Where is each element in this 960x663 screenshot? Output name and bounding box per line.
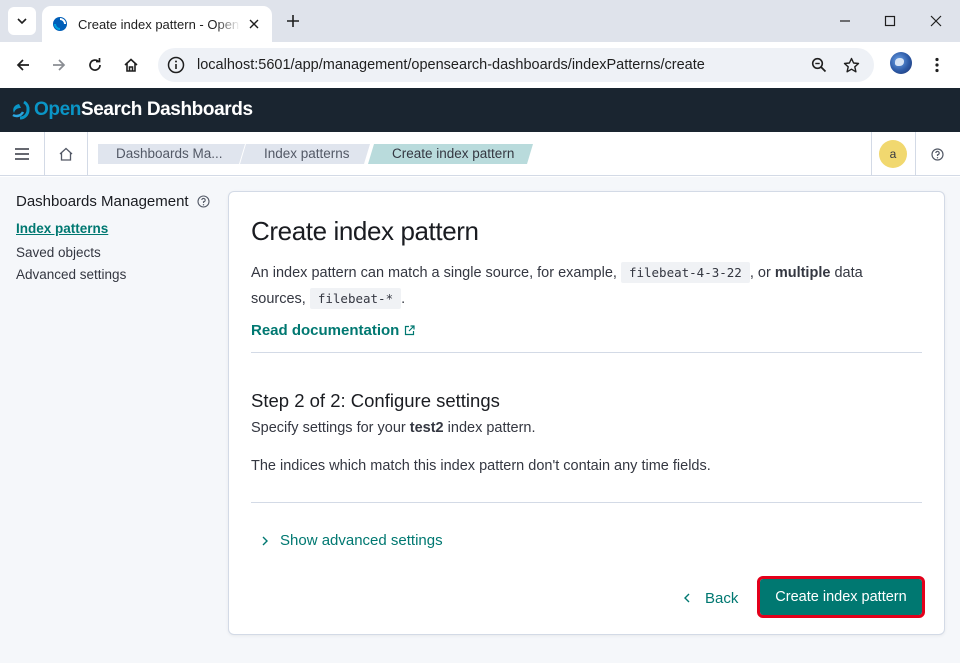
question-circle-icon[interactable] — [197, 195, 210, 208]
new-tab-plus-icon[interactable] — [282, 10, 304, 32]
reload-icon[interactable] — [81, 51, 109, 79]
back-arrow-icon[interactable] — [9, 51, 37, 79]
tab-search-button[interactable] — [8, 7, 36, 35]
back-label: Back — [705, 589, 739, 607]
hamburger-menu-icon[interactable] — [10, 142, 34, 166]
back-button[interactable]: Back — [675, 582, 744, 614]
zoom-magnifier-icon[interactable] — [809, 55, 829, 75]
divider — [87, 132, 88, 176]
panel-description: An index pattern can match a single sour… — [251, 260, 911, 312]
url-text: localhost:5601/app/management/opensearch… — [197, 57, 705, 73]
step-title: Step 2 of 2: Configure settings — [251, 390, 500, 411]
divider — [915, 132, 916, 176]
minimize-icon[interactable] — [832, 8, 858, 34]
bookmark-star-icon[interactable] — [841, 55, 861, 75]
logo-rest-text: Search Dashboards — [80, 99, 253, 120]
section-divider — [251, 502, 922, 503]
tab-close-icon[interactable] — [246, 16, 262, 32]
breadcrumb-dashboards-management[interactable]: Dashboards Ma... — [98, 144, 223, 164]
opensearch-logo-icon[interactable] — [10, 100, 30, 120]
app-logo-text[interactable]: OpenSearch Dashboards — [34, 99, 253, 121]
home-nav-icon[interactable] — [54, 142, 78, 166]
help-icon[interactable] — [928, 145, 946, 163]
tab-title: Create index pattern - OpenSearch Dashbo… — [78, 16, 240, 32]
browser-tab-strip: Create index pattern - OpenSearch Dashbo… — [0, 0, 960, 42]
desc-text: . — [401, 291, 406, 307]
create-index-pattern-panel: Create index pattern An index pattern ca… — [228, 191, 945, 635]
read-documentation-link[interactable]: Read documentation — [251, 322, 415, 339]
specify-post: index pattern. — [443, 420, 536, 436]
opensearch-favicon-icon — [53, 17, 67, 31]
create-index-pattern-button[interactable]: Create index pattern — [757, 576, 925, 618]
specify-settings-text: Specify settings for your test2 index pa… — [251, 420, 536, 436]
sidebar-item-advanced-settings[interactable]: Advanced settings — [16, 267, 126, 282]
browser-menu-icon[interactable] — [923, 51, 951, 79]
site-info-icon[interactable] — [167, 56, 185, 74]
code-example-single: filebeat-4-3-22 — [620, 262, 750, 283]
section-divider — [251, 352, 922, 353]
advanced-toggle-label: Show advanced settings — [280, 532, 443, 549]
forward-arrow-icon[interactable] — [45, 51, 73, 79]
sidebar-item-saved-objects[interactable]: Saved objects — [16, 245, 101, 260]
index-pattern-name: test2 — [409, 420, 444, 436]
breadcrumb-index-patterns[interactable]: Index patterns — [246, 144, 350, 164]
chevron-down-icon — [17, 18, 27, 25]
show-advanced-settings-toggle[interactable]: Show advanced settings — [259, 532, 443, 549]
desc-text: , or — [749, 265, 775, 281]
sidebar-item-index-patterns[interactable]: Index patterns — [16, 221, 108, 236]
divider — [871, 132, 872, 176]
window-close-icon[interactable] — [923, 8, 949, 34]
profile-avatar[interactable] — [890, 52, 912, 74]
page-body: Dashboards Management Index patterns Sav… — [0, 177, 960, 663]
chevron-left-icon — [684, 593, 690, 603]
specify-pre: Specify settings for your — [251, 420, 410, 436]
code-example-multiple: filebeat-* — [309, 288, 402, 309]
chevron-right-icon — [262, 536, 268, 545]
breadcrumb-bar: Dashboards Ma... Index patterns Create i… — [0, 132, 960, 176]
desc-bold: multiple — [774, 265, 831, 281]
divider — [44, 132, 45, 176]
breadcrumb-create-index-pattern: Create index pattern — [392, 146, 515, 161]
address-bar[interactable]: localhost:5601/app/management/opensearch… — [158, 48, 874, 82]
no-time-fields-text: The indices which match this index patte… — [251, 458, 711, 474]
browser-toolbar: localhost:5601/app/management/opensearch… — [0, 42, 960, 88]
user-avatar[interactable]: a — [879, 140, 907, 168]
page-title: Create index pattern — [251, 216, 479, 246]
home-icon[interactable] — [117, 51, 145, 79]
sidebar-title-text: Dashboards Management — [16, 193, 189, 210]
app-header: OpenSearch Dashboards — [0, 88, 960, 132]
maximize-icon[interactable] — [877, 8, 903, 34]
desc-text: An index pattern can match a single sour… — [251, 265, 621, 281]
doc-link-label: Read documentation — [251, 322, 400, 339]
external-link-icon — [405, 325, 415, 336]
browser-tab-active[interactable]: Create index pattern - OpenSearch Dashbo… — [42, 6, 272, 42]
sidebar-title: Dashboards Management — [16, 193, 210, 210]
logo-open-text: Open — [34, 99, 81, 120]
